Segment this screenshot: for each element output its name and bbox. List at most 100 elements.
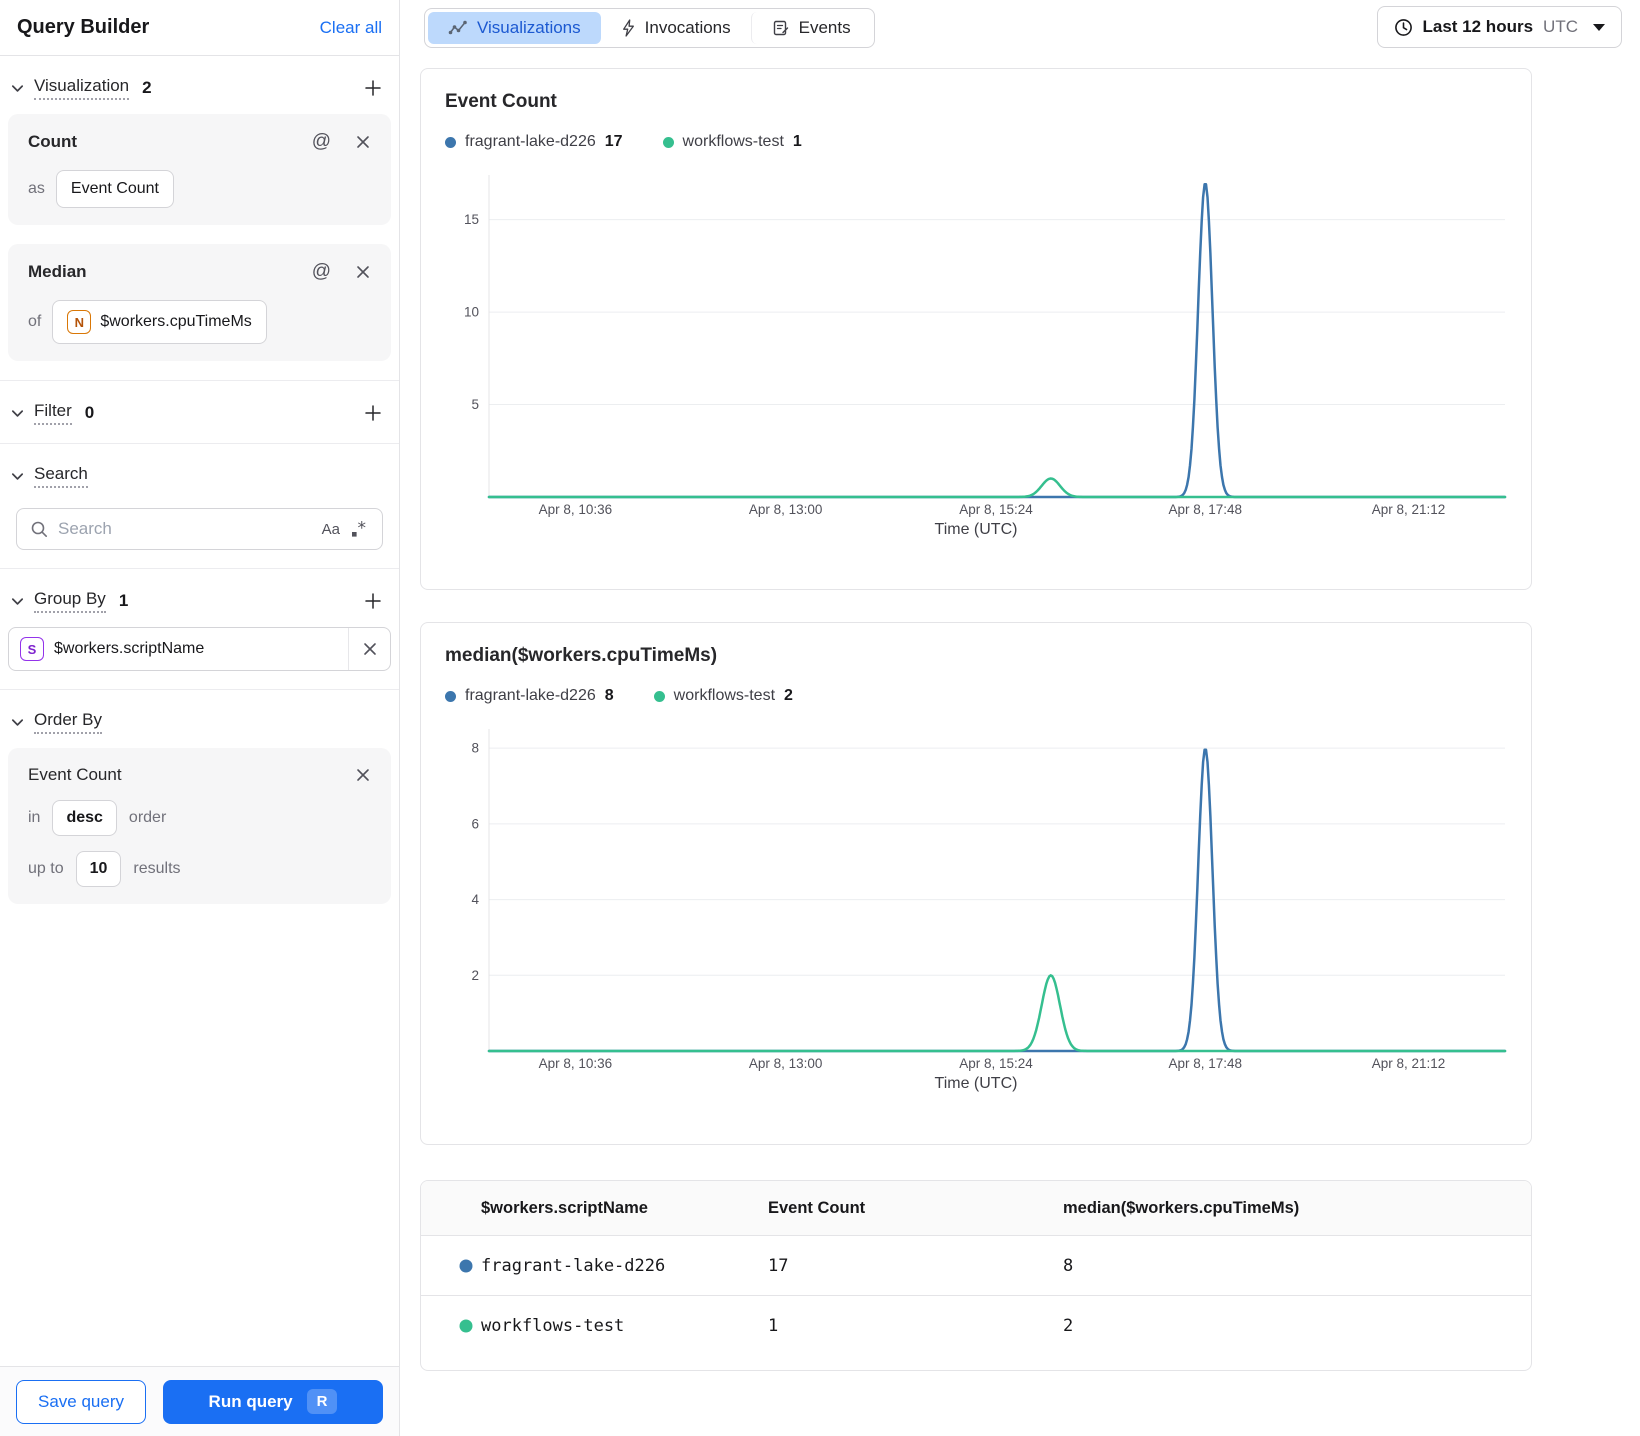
count-card-title: Count: [28, 132, 78, 151]
svg-text:15: 15: [464, 212, 479, 227]
visualization-card-median: Median @ of N $workers.cpuTimeMs: [8, 244, 391, 361]
x-axis-title: Time (UTC): [934, 1075, 1018, 1092]
group-by-field: $workers.scriptName: [54, 640, 205, 657]
svg-text:Apr 8, 10:36: Apr 8, 10:36: [539, 502, 613, 517]
close-icon[interactable]: [355, 264, 371, 280]
visualization-section-header: Visualization 2: [0, 64, 399, 112]
alias-value-box[interactable]: Event Count: [55, 170, 174, 208]
order-by-card: Event Count in desc order up to 10 resul…: [8, 748, 391, 904]
chevron-down-icon[interactable]: [10, 406, 25, 421]
chevron-down-icon: [1593, 23, 1605, 31]
remove-group-by-button[interactable]: [348, 628, 390, 670]
series-dot: [445, 136, 456, 148]
search-input[interactable]: [58, 519, 312, 539]
svg-text:Apr 8, 17:48: Apr 8, 17:48: [1168, 1056, 1242, 1071]
median-field-value: $workers.cpuTimeMs: [100, 313, 252, 330]
direction-select[interactable]: desc: [52, 800, 117, 836]
svg-text:4: 4: [471, 892, 479, 907]
tab-events[interactable]: Events: [750, 12, 871, 44]
group-by-section-header: Group By 1: [0, 577, 399, 625]
svg-text:Apr 8, 13:00: Apr 8, 13:00: [749, 502, 823, 517]
sidebar-footer: Save query Run query R: [0, 1366, 399, 1436]
query-builder-sidebar: Query Builder Clear all Visualization 2 …: [0, 0, 400, 1436]
series-value: 2: [784, 687, 793, 704]
lightning-icon: [621, 19, 636, 37]
time-range-label: Last 12 hours: [1422, 17, 1534, 36]
order-by-field: Event Count: [28, 765, 122, 784]
svg-text:Apr 8, 10:36: Apr 8, 10:36: [539, 1056, 613, 1071]
alias-icon[interactable]: @: [312, 261, 331, 283]
add-filter-button[interactable]: [363, 403, 383, 423]
limit-input[interactable]: 10: [75, 851, 122, 887]
divider: [0, 443, 399, 444]
tab-invocations[interactable]: Invocations: [601, 12, 751, 44]
chevron-down-icon[interactable]: [10, 715, 25, 730]
legend-item[interactable]: fragrant-lake-d226 8: [445, 687, 614, 705]
run-query-label: Run query: [208, 1391, 293, 1411]
svg-text:*: *: [358, 520, 367, 539]
order-label: order: [128, 809, 167, 826]
chart-legend: fragrant-lake-d226 17 workflows-test 1: [445, 133, 1507, 151]
add-group-by-button[interactable]: [363, 591, 383, 611]
median-cputime-line-chart: 2 4 6 8 Apr 8, 10:36 Apr 8, 13:00 Apr 8, 15:24…: [471, 729, 1507, 1071]
match-case-icon[interactable]: Aa: [322, 521, 340, 538]
tab-label: Invocations: [644, 18, 731, 37]
legend-item[interactable]: workflows-test 2: [653, 687, 793, 705]
clock-icon: [1394, 18, 1413, 37]
clear-all-link[interactable]: Clear all: [320, 18, 382, 38]
close-icon[interactable]: [355, 767, 371, 783]
event-count-line-chart: 5 10 15 Apr 8, 10:36 Apr 8, 13:00 Apr 8, 15:2…: [464, 175, 1507, 517]
column-header-event-count: Event Count: [768, 1198, 866, 1217]
event-count-chart-card: Event Count fragrant-lake-d226 17 workfl…: [420, 68, 1532, 590]
median-field-box[interactable]: N $workers.cpuTimeMs: [52, 300, 267, 344]
add-visualization-button[interactable]: [363, 78, 383, 98]
cell-median: 2: [1063, 1316, 1074, 1336]
alias-icon[interactable]: @: [312, 131, 331, 153]
filter-label: Filter: [34, 401, 72, 425]
chevron-down-icon[interactable]: [10, 469, 25, 484]
svg-text:Apr 8, 21:12: Apr 8, 21:12: [1372, 502, 1446, 517]
tab-visualizations[interactable]: Visualizations: [428, 12, 601, 44]
filter-count: 0: [84, 403, 95, 422]
cell-median: 8: [1063, 1255, 1074, 1276]
search-section-header: Search: [0, 452, 399, 500]
chevron-down-icon[interactable]: [10, 594, 25, 609]
series-name: workflows-test: [682, 133, 784, 150]
series-value: 8: [604, 687, 614, 704]
chevron-down-icon[interactable]: [10, 81, 25, 96]
table-row: fragrant-lake-d226 17 8: [421, 1236, 1531, 1296]
events-icon: [772, 19, 790, 37]
chart-title: Event Count: [445, 91, 557, 112]
number-type-icon: N: [67, 310, 92, 334]
table-row: workflows-test 1 2: [421, 1296, 1531, 1356]
column-header-median: median($workers.cpuTimeMs): [1063, 1198, 1300, 1217]
svg-text:5: 5: [471, 397, 479, 412]
results-label: results: [133, 860, 181, 877]
legend-item[interactable]: workflows-test 1: [662, 133, 802, 151]
sidebar-header: Query Builder Clear all: [0, 0, 399, 56]
order-by-label: Order By: [34, 710, 103, 734]
view-tabs: Visualizations Invocations Events: [424, 8, 875, 48]
regex-icon[interactable]: *: [350, 520, 369, 539]
svg-text:Apr 8, 21:12: Apr 8, 21:12: [1372, 1056, 1446, 1071]
median-cputime-chart-card: median($workers.cpuTimeMs) fragrant-lake…: [420, 622, 1532, 1145]
cell-script-name: fragrant-lake-d226: [481, 1255, 666, 1276]
divider: [0, 568, 399, 569]
order-by-section-header: Order By: [0, 698, 399, 746]
page-title: Query Builder: [17, 16, 150, 38]
line-chart-icon: [448, 20, 468, 36]
results-table: $workers.scriptName Event Count median($…: [420, 1180, 1532, 1371]
tab-label: Visualizations: [477, 18, 581, 37]
legend-item[interactable]: fragrant-lake-d226 17: [445, 133, 623, 151]
tab-label: Events: [798, 18, 851, 37]
time-range-selector[interactable]: Last 12 hours UTC: [1376, 6, 1622, 48]
group-by-item[interactable]: S $workers.scriptName: [8, 627, 391, 671]
as-label: as: [28, 180, 45, 197]
run-query-button[interactable]: Run query R: [163, 1379, 383, 1424]
svg-text:6: 6: [471, 816, 479, 831]
series-dot: [459, 1319, 473, 1333]
table-header-row: $workers.scriptName Event Count median($…: [421, 1181, 1531, 1236]
timezone-label: UTC: [1543, 17, 1578, 36]
close-icon[interactable]: [355, 134, 371, 150]
save-query-button[interactable]: Save query: [16, 1379, 146, 1424]
